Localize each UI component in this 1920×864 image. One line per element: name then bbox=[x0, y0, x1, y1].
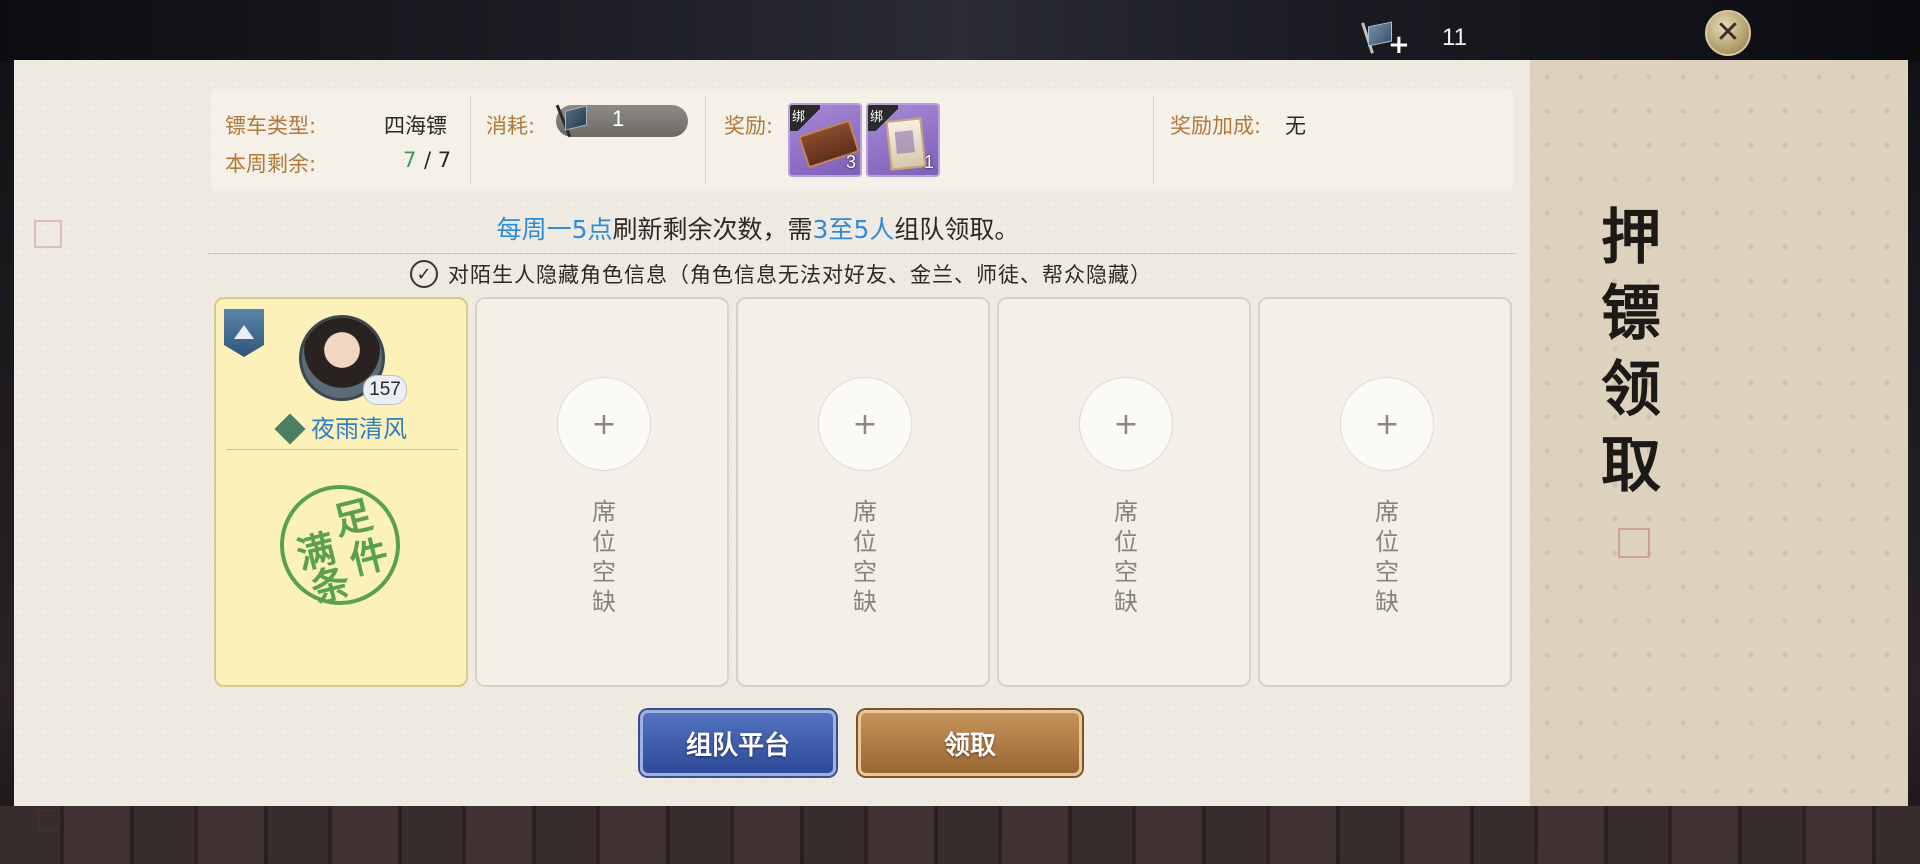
plus-icon: + bbox=[852, 406, 878, 442]
escort-flag-icon bbox=[550, 100, 590, 140]
escort-flag-icon: + bbox=[1361, 18, 1410, 58]
party-slot-empty[interactable]: + 席位空缺 bbox=[475, 297, 729, 687]
bonus-value: 无 bbox=[1285, 114, 1306, 138]
privacy-label: 对陌生人隐藏角色信息（角色信息无法对好友、金兰、师徒、帮众隐藏） bbox=[448, 263, 1152, 287]
reward-quantity: 1 bbox=[923, 152, 934, 172]
party-slot-empty[interactable]: + 席位空缺 bbox=[1258, 297, 1512, 687]
escort-badge-icon bbox=[224, 309, 264, 357]
weekly-remaining-current: 7 bbox=[403, 148, 417, 172]
cost-value: 1 bbox=[612, 106, 625, 131]
bound-tag: 绑 bbox=[790, 105, 820, 131]
party-slot-leader[interactable]: 157 夜雨清风 满 足 条 件 bbox=[214, 297, 468, 687]
party-slot-empty[interactable]: + 席位空缺 bbox=[736, 297, 990, 687]
party-slot-empty[interactable]: + 席位空缺 bbox=[997, 297, 1251, 687]
reward-item[interactable]: 绑 3 bbox=[788, 103, 862, 177]
plus-icon: + bbox=[591, 406, 617, 442]
add-member-button[interactable]: + bbox=[1079, 377, 1173, 471]
empty-seat-label: 席位空缺 bbox=[1114, 498, 1138, 616]
top-bar bbox=[0, 0, 1920, 62]
condition-met-stamp: 满 足 条 件 bbox=[267, 472, 413, 618]
cart-type-label: 镖车类型: bbox=[225, 114, 317, 138]
escort-info-bar bbox=[211, 89, 1513, 191]
escort-token-counter[interactable]: + 11 bbox=[1361, 18, 1532, 58]
bound-tag: 绑 bbox=[868, 105, 898, 131]
privacy-toggle[interactable]: ✓ 对陌生人隐藏角色信息（角色信息无法对好友、金兰、师徒、帮众隐藏） bbox=[410, 258, 1152, 290]
title-scroll bbox=[1530, 60, 1908, 806]
close-icon: ✕ bbox=[1715, 15, 1741, 50]
reward-label: 奖励: bbox=[724, 114, 774, 138]
checkbox-checked-icon[interactable]: ✓ bbox=[410, 260, 438, 288]
level-badge: 157 bbox=[363, 375, 407, 405]
refresh-notice: 每周一5点刷新剩余次数，需3至5人组队领取。 bbox=[496, 215, 1020, 244]
team-platform-button[interactable]: 组队平台 bbox=[640, 710, 836, 776]
school-icon bbox=[274, 413, 306, 445]
bonus-label: 奖励加成: bbox=[1170, 114, 1262, 138]
reward-quantity: 3 bbox=[845, 152, 856, 172]
add-member-button[interactable]: + bbox=[818, 377, 912, 471]
close-button[interactable]: ✕ bbox=[1705, 10, 1751, 56]
escort-token-count: 11 bbox=[1442, 24, 1467, 51]
floor-background bbox=[0, 806, 1920, 864]
empty-seat-label: 席位空缺 bbox=[853, 498, 877, 616]
divider bbox=[208, 253, 1516, 254]
divider bbox=[226, 449, 458, 450]
reward-item[interactable]: 绑 1 bbox=[866, 103, 940, 177]
cart-type-value: 四海镖 bbox=[384, 114, 447, 138]
player-name: 夜雨清风 bbox=[216, 409, 470, 445]
weekly-remaining-label: 本周剩余: bbox=[225, 152, 317, 176]
add-member-button[interactable]: + bbox=[1340, 377, 1434, 471]
page-title: 押 镖 领 取 bbox=[1601, 203, 1661, 501]
add-member-button[interactable]: + bbox=[557, 377, 651, 471]
divider bbox=[705, 97, 706, 183]
divider bbox=[1153, 97, 1154, 183]
empty-seat-label: 席位空缺 bbox=[1375, 498, 1399, 616]
cost-label: 消耗: bbox=[486, 114, 536, 138]
plus-icon: + bbox=[1374, 406, 1400, 442]
divider bbox=[470, 97, 471, 183]
weekly-remaining-total: / 7 bbox=[424, 148, 452, 172]
plus-icon: + bbox=[1113, 406, 1139, 442]
empty-seat-label: 席位空缺 bbox=[592, 498, 616, 616]
seal-icon bbox=[1618, 528, 1650, 558]
claim-button[interactable]: 领取 bbox=[858, 710, 1082, 776]
